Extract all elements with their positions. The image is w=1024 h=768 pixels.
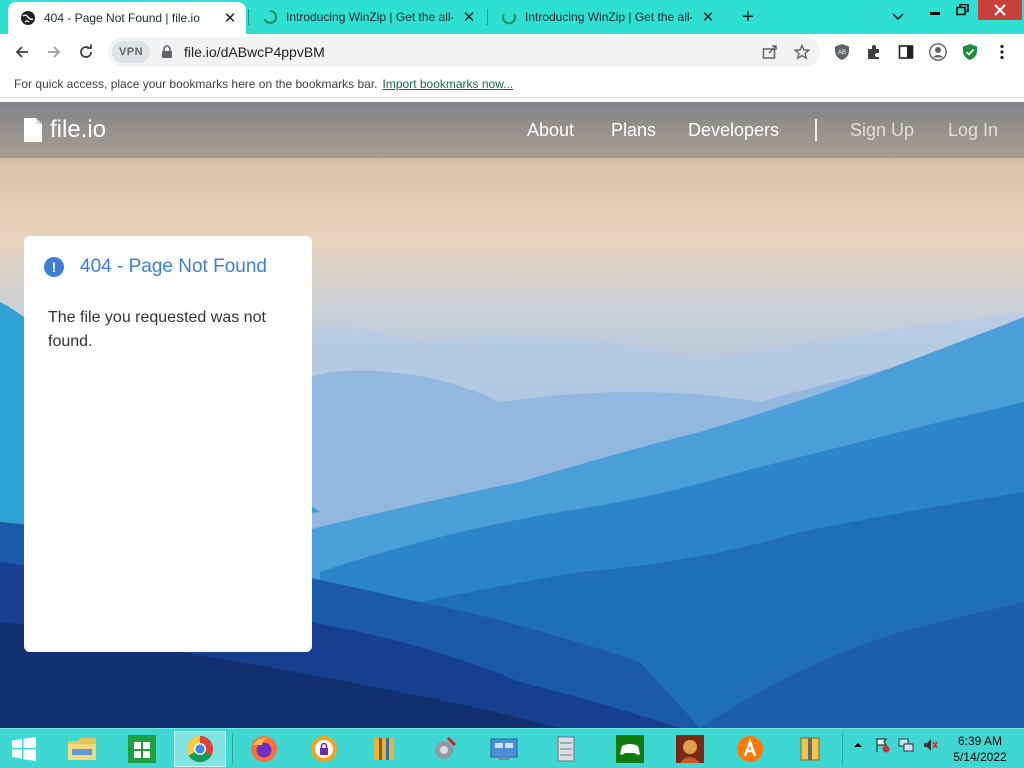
- close-tab-icon[interactable]: ✕: [220, 8, 240, 28]
- site-logo[interactable]: file.io: [24, 116, 106, 144]
- lock-icon[interactable]: [160, 45, 174, 59]
- minimize-button[interactable]: [920, 0, 950, 20]
- volume-muted-icon[interactable]: [922, 737, 938, 753]
- error-header: ! 404 - Page Not Found: [44, 256, 267, 278]
- restore-button[interactable]: [948, 0, 978, 20]
- control-panel-icon: [490, 738, 518, 760]
- sign-up-link[interactable]: Sign Up: [850, 120, 914, 141]
- chrome-taskbar-button[interactable]: [174, 731, 226, 767]
- nav-about[interactable]: About: [527, 120, 574, 141]
- nav-divider: [815, 119, 817, 141]
- folder-icon: [68, 738, 96, 760]
- tab-title: Introducing WinZip | Get the all-: [525, 10, 692, 24]
- error-title: 404 - Page Not Found: [80, 256, 267, 277]
- windows-taskbar: 6:39 AM 5/14/2022: [0, 728, 1024, 768]
- profile-avatar-icon[interactable]: [928, 42, 948, 62]
- close-window-button[interactable]: [978, 0, 1022, 20]
- adblock-shield-icon[interactable]: AB: [832, 42, 852, 62]
- system-tool-taskbar-button[interactable]: [418, 731, 470, 767]
- show-hidden-icons-icon[interactable]: [850, 737, 866, 753]
- import-bookmarks-link[interactable]: Import bookmarks now...: [383, 77, 514, 91]
- log-in-link[interactable]: Log In: [948, 120, 998, 141]
- start-button[interactable]: [0, 731, 48, 767]
- clock-date: 5/14/2022: [953, 750, 1007, 764]
- bookmarks-bar: For quick access, place your bookmarks h…: [0, 70, 1024, 98]
- web-page: file.io About Plans Developers Sign Up L…: [0, 102, 1024, 728]
- loading-spinner-icon: [502, 13, 516, 25]
- tab-title: 404 - Page Not Found | file.io: [44, 11, 200, 25]
- vpn-badge[interactable]: VPN: [112, 41, 150, 63]
- info-icon: !: [44, 257, 64, 277]
- tab-file-io[interactable]: 404 - Page Not Found | file.io ✕: [8, 2, 246, 34]
- nav-plans[interactable]: Plans: [611, 120, 656, 141]
- extensions-puzzle-icon[interactable]: [864, 42, 884, 62]
- close-tab-icon[interactable]: ✕: [698, 7, 718, 27]
- chrome-icon: [186, 735, 214, 763]
- archive-icon: [374, 738, 394, 760]
- new-tab-button[interactable]: +: [736, 5, 760, 29]
- winzip-icon: [800, 737, 820, 761]
- side-panel-icon[interactable]: [896, 42, 916, 62]
- reload-button[interactable]: [72, 38, 100, 66]
- server-icon: [557, 736, 575, 762]
- xbox-taskbar-button[interactable]: [604, 731, 656, 767]
- share-icon[interactable]: [760, 42, 780, 62]
- security-shield-icon[interactable]: [960, 42, 980, 62]
- forward-button[interactable]: [40, 38, 68, 66]
- tab-strip: 404 - Page Not Found | file.io ✕ Introdu…: [0, 0, 1024, 34]
- address-bar[interactable]: VPN file.io/dABwcP4ppvBM: [108, 37, 820, 67]
- brand-name: file.io: [50, 116, 107, 143]
- clock-time: 6:39 AM: [957, 734, 1003, 748]
- server-manager-taskbar-button[interactable]: [540, 731, 592, 767]
- browser-menu-icon[interactable]: [992, 42, 1012, 62]
- tab-title: Introducing WinZip | Get the all-: [286, 10, 453, 24]
- tab-search-icon[interactable]: [886, 5, 910, 29]
- vpn-lock-icon: [311, 736, 337, 762]
- back-button[interactable]: [8, 38, 36, 66]
- error-card: ! 404 - Page Not Found The file you requ…: [24, 236, 312, 652]
- url-text[interactable]: file.io/dABwcP4ppvBM: [184, 44, 325, 60]
- game-taskbar-button[interactable]: [664, 731, 716, 767]
- close-tab-icon[interactable]: ✕: [459, 7, 479, 27]
- system-clock[interactable]: 6:39 AM 5/14/2022: [946, 733, 1014, 765]
- avast-icon: [737, 736, 763, 762]
- action-center-flag-icon[interactable]: [874, 737, 890, 753]
- store-taskbar-button[interactable]: [116, 731, 168, 767]
- winzip-taskbar-button[interactable]: [784, 731, 836, 767]
- firefox-icon: [251, 736, 277, 762]
- loading-spinner-icon: [263, 9, 278, 24]
- network-icon[interactable]: [898, 737, 914, 753]
- error-message: The file you requested was not found.: [48, 309, 266, 350]
- firefox-taskbar-button[interactable]: [238, 731, 290, 767]
- gear-tool-icon: [435, 736, 457, 759]
- svg-text:AB: AB: [838, 50, 846, 56]
- bookmarks-prompt: For quick access, place your bookmarks h…: [14, 76, 378, 91]
- tab-winzip-1[interactable]: Introducing WinZip | Get the all- ✕: [250, 0, 485, 34]
- bookmark-star-icon[interactable]: [792, 42, 812, 62]
- tab-winzip-2[interactable]: Introducing WinZip | Get the all- ✕: [489, 0, 724, 34]
- archive-app-taskbar-button[interactable]: [358, 731, 410, 767]
- site-header: file.io About Plans Developers Sign Up L…: [0, 102, 1024, 158]
- store-icon: [128, 735, 156, 763]
- windows-logo-icon: [12, 737, 36, 761]
- file-icon: [24, 118, 42, 142]
- xbox-controller-icon: [616, 735, 644, 763]
- game-character-icon: [676, 735, 704, 763]
- nav-developers[interactable]: Developers: [688, 120, 779, 141]
- vpn-app-taskbar-button[interactable]: [298, 731, 350, 767]
- file-explorer-taskbar-button[interactable]: [56, 731, 108, 767]
- control-panel-taskbar-button[interactable]: [478, 731, 530, 767]
- globe-icon: [21, 11, 35, 25]
- browser-toolbar: VPN file.io/dABwcP4ppvBM AB: [0, 34, 1024, 70]
- avast-taskbar-button[interactable]: [724, 731, 776, 767]
